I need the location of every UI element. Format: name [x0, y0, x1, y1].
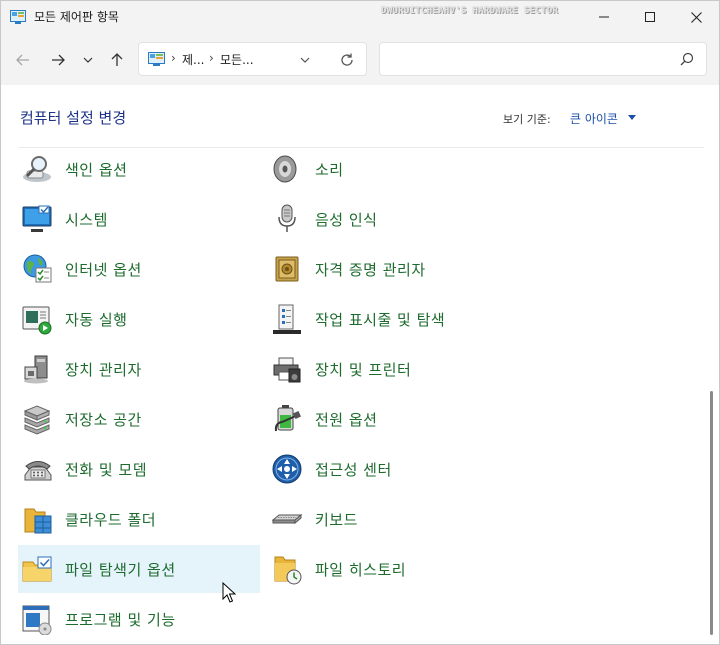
arrow-right-icon: [52, 54, 65, 66]
control-panel-window: 모든 제어판 항목 DWURUITCHEAHV'S HARDWARE SECTO…: [0, 0, 720, 645]
taskbar-navigation-icon: [273, 304, 301, 334]
item-label: 자동 실행: [65, 311, 128, 329]
address-bar[interactable]: › 제... › 모든...: [138, 42, 367, 76]
caret-down-icon[interactable]: [628, 115, 636, 120]
refresh-icon[interactable]: [339, 52, 355, 68]
item-indexing-options[interactable]: 색인 옵션: [18, 145, 260, 193]
item-label: 파일 탐색기 옵션: [65, 561, 176, 579]
autoplay-icon: [22, 306, 52, 335]
file-explorer-options-icon: [22, 556, 52, 582]
ease-of-access-icon: [272, 454, 302, 484]
control-panel-icon: [10, 10, 26, 24]
recent-locations-button[interactable]: [75, 47, 101, 73]
storage-spaces-icon: [23, 405, 51, 435]
item-ease-of-access[interactable]: 접근성 센터: [268, 445, 510, 493]
view-by-dropdown[interactable]: 큰 아이콘: [570, 110, 618, 127]
item-label: 색인 옵션: [65, 161, 128, 179]
maximize-button[interactable]: [627, 1, 673, 33]
item-system[interactable]: 시스템: [18, 195, 260, 243]
item-taskbar-navigation[interactable]: 작업 표시줄 및 탐색: [268, 295, 510, 343]
page-title: 컴퓨터 설정 변경: [20, 109, 127, 127]
view-by-label: 보기 기준:: [503, 113, 551, 126]
arrow-up-icon: [111, 53, 123, 66]
scrollbar-thumb[interactable]: [710, 391, 713, 635]
chevron-down-icon[interactable]: [299, 54, 311, 66]
item-label: 소리: [315, 161, 344, 179]
window-title: 모든 제어판 항목: [34, 10, 119, 24]
item-speech-recognition[interactable]: 음성 인식: [268, 195, 510, 243]
item-file-history[interactable]: 파일 히스토리: [268, 545, 510, 593]
devices-printers-icon: [273, 357, 301, 383]
close-button[interactable]: [673, 1, 719, 33]
cloud-folder-icon: [24, 508, 52, 534]
back-button[interactable]: [10, 47, 36, 73]
breadcrumb-all-items[interactable]: 모든...: [220, 51, 254, 68]
system-icon: [22, 205, 52, 232]
item-keyboard[interactable]: 키보드: [268, 495, 510, 543]
maximize-icon: [645, 12, 655, 22]
navigation-bar: › 제... › 모든...: [1, 33, 719, 85]
chevron-down-icon: [83, 57, 93, 63]
forward-button[interactable]: [45, 47, 71, 73]
item-storage-spaces[interactable]: 저장소 공간: [18, 395, 260, 443]
item-label: 전원 옵션: [315, 411, 378, 429]
sound-icon: [273, 155, 297, 183]
item-label: 전화 및 모뎀: [65, 461, 148, 479]
indexing-options-icon: [23, 156, 51, 182]
item-cloud-folder[interactable]: 클라우드 폴더: [18, 495, 260, 543]
chevron-right-icon: ›: [209, 51, 214, 65]
search-box[interactable]: [379, 42, 707, 76]
item-label: 음성 인식: [315, 211, 378, 229]
speech-recognition-icon: [278, 204, 296, 232]
watermark: DWURUITCHEAHV'S HARDWARE SECTOR: [381, 6, 559, 16]
item-sound[interactable]: 소리: [268, 145, 510, 193]
item-label: 작업 표시줄 및 탐색: [315, 311, 446, 329]
power-options-icon: [274, 405, 301, 432]
programs-features-icon: [22, 605, 52, 635]
item-label: 키보드: [315, 511, 358, 529]
item-label: 인터넷 옵션: [65, 261, 142, 279]
breadcrumb-control-panel[interactable]: 제...: [182, 51, 204, 68]
arrow-left-icon: [16, 54, 29, 66]
file-history-icon: [274, 556, 302, 585]
minimize-icon: [599, 16, 609, 18]
item-label: 저장소 공간: [65, 411, 142, 429]
up-button[interactable]: [104, 47, 130, 73]
item-power-options[interactable]: 전원 옵션: [268, 395, 510, 443]
item-credential-manager[interactable]: 자격 증명 관리자: [268, 245, 510, 293]
item-autoplay[interactable]: 자동 실행: [18, 295, 260, 343]
item-internet-options[interactable]: 인터넷 옵션: [18, 245, 260, 293]
item-label: 프로그램 및 기능: [65, 611, 176, 629]
credential-manager-icon: [275, 256, 299, 282]
item-phone-modem[interactable]: 전화 및 모뎀: [18, 445, 260, 493]
close-icon: [690, 11, 702, 23]
item-label: 장치 및 프린터: [315, 361, 412, 379]
search-icon: [680, 52, 694, 66]
mouse-cursor-icon: [222, 582, 236, 603]
device-manager-icon: [24, 355, 48, 384]
item-devices-printers[interactable]: 장치 및 프린터: [268, 345, 510, 393]
phone-modem-icon: [24, 461, 52, 481]
item-label: 시스템: [65, 211, 108, 229]
minimize-button[interactable]: [581, 1, 627, 33]
item-label: 파일 히스토리: [315, 561, 407, 579]
title-bar: 모든 제어판 항목 DWURUITCHEAHV'S HARDWARE SECTO…: [1, 1, 719, 33]
chevron-right-icon: ›: [171, 51, 176, 65]
item-device-manager[interactable]: 장치 관리자: [18, 345, 260, 393]
keyboard-icon: [271, 513, 303, 525]
item-label: 클라우드 폴더: [65, 511, 157, 529]
item-label: 자격 증명 관리자: [315, 261, 426, 279]
item-label: 장치 관리자: [65, 361, 142, 379]
item-label: 접근성 센터: [315, 461, 392, 479]
internet-options-icon: [23, 254, 52, 283]
control-panel-icon: [148, 52, 165, 66]
